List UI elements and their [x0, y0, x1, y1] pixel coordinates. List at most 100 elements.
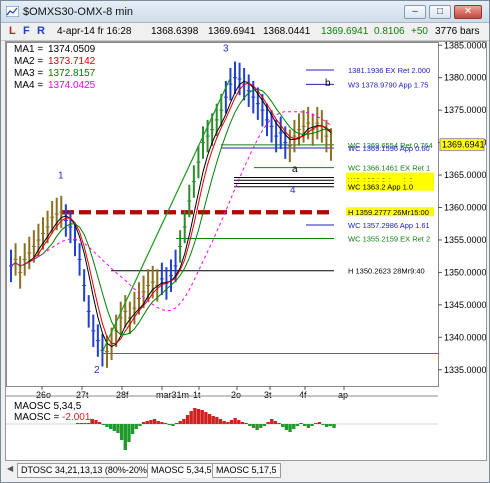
indicator-histogram-bar	[167, 424, 171, 425]
level-label: WC 1366.1461 EX Ret 1	[348, 164, 430, 173]
indicator-histogram-bar	[196, 409, 201, 424]
toolbar-letter-f[interactable]: F	[23, 25, 30, 37]
indicator-histogram-bar	[185, 415, 190, 424]
level-label: WC 1363.2 App 1.0	[348, 183, 413, 192]
indicator-histogram-bar	[270, 419, 274, 424]
indicator-histogram-bar	[116, 424, 120, 433]
indicator-histogram-bar	[317, 422, 322, 424]
maximize-button[interactable]: □	[429, 5, 451, 19]
indicator-value: -2.001	[62, 412, 91, 423]
indicator-histogram-bar	[218, 419, 223, 424]
minimize-button[interactable]: –	[404, 5, 426, 19]
y-axis-tick-label: 1360.0000	[444, 203, 486, 213]
indicator-histogram-bar	[149, 420, 153, 424]
ma-legend-row: MA3 = 1372.8157	[14, 68, 96, 79]
indicator-histogram-bar	[189, 411, 193, 424]
ma-legend: MA1 = 1374.0509 MA2 = 1373.7142 MA3 = 13…	[14, 44, 97, 92]
x-axis-tick-label: 3t	[264, 390, 272, 400]
indicator-histogram-bar	[299, 423, 303, 424]
last-price-tag-label: 1369.6941	[442, 140, 485, 150]
level-label: W3 1378.9790 App 1.75	[348, 80, 428, 89]
indicator-histogram-bar	[134, 424, 138, 429]
indicator-histogram-bar	[141, 422, 146, 424]
tab-dtosc[interactable]: DTOSC 34,21,13,13 (80%-20%)	[17, 463, 154, 478]
indicator-histogram-bar	[94, 420, 98, 424]
indicator-histogram-bar	[306, 424, 311, 428]
bar-change-ticks: +50	[411, 26, 428, 37]
wave-label: b	[325, 78, 331, 89]
indicator-histogram-bar	[328, 424, 333, 426]
indicator-histogram-bar	[284, 424, 289, 430]
y-axis-tick-label: 1345.0000	[444, 300, 486, 310]
y-axis-tick-label: 1380.0000	[444, 73, 486, 83]
indicator-histogram-bar	[229, 420, 234, 424]
title-bar[interactable]: $OMXS30-OMX-8 min – □ ✕	[1, 1, 489, 23]
ma-legend-row: MA2 = 1373.7142	[14, 56, 96, 67]
toolbar-letter-r[interactable]: R	[37, 25, 45, 37]
indicator-histogram-bar	[277, 423, 281, 424]
wave-label: a	[292, 164, 298, 175]
indicator-histogram-bar	[292, 424, 296, 429]
y-axis-tick-label: 1350.0000	[444, 267, 486, 277]
bar-high: 1369.6941	[208, 26, 256, 37]
indicator-histogram-bar	[251, 424, 256, 428]
indicator-histogram-bar	[200, 410, 204, 424]
ma-legend-row: MA1 = 1374.0509	[14, 44, 96, 55]
indicator-histogram-bar	[295, 424, 300, 426]
wave-label: 3	[223, 44, 229, 55]
indicator-histogram-bar	[288, 424, 292, 432]
indicator-histogram-bar	[160, 422, 164, 424]
indicator-histogram-bar	[237, 420, 241, 424]
level-label: H 1359.2777 26Mr15:00	[348, 208, 429, 217]
ma2-name: MA2	[14, 56, 35, 67]
indicator-histogram-bar	[204, 412, 208, 424]
level-label: WC 1355.2159 EX Ret 2	[348, 235, 430, 244]
quote-toolbar: L F R 4-apr-14 fr 16:28 1368.6398 1369.6…	[1, 23, 489, 41]
indicator-histogram-bar	[207, 414, 212, 424]
x-axis-tick-label: 4f	[299, 390, 307, 400]
tab-maosc-5-34-5[interactable]: MAOSC 5,34,5	[147, 463, 216, 478]
ma4-value: 1374.0425	[47, 80, 96, 91]
close-button[interactable]: ✕	[454, 5, 482, 19]
indicator-histogram-bar	[273, 421, 278, 424]
indicator-histogram-bar	[108, 424, 113, 429]
indicator-histogram-bar	[248, 424, 252, 426]
y-axis-tick-label: 1355.0000	[444, 235, 486, 245]
indicator-histogram-bar	[123, 424, 127, 450]
wave-label: 2	[94, 365, 100, 376]
indicator-histogram-bar	[171, 424, 175, 426]
indicator-histogram-bar	[303, 424, 307, 426]
level-label: WC 1357.2986 App 1.61	[348, 221, 430, 230]
indicator-histogram-bar	[178, 421, 182, 424]
price-chart[interactable]: 1385.00001380.00001375.00001370.00001365…	[5, 41, 487, 461]
price-chart-canvas[interactable]: 1385.00001380.00001375.00001370.00001365…	[6, 42, 486, 460]
indicator-histogram-bar	[138, 424, 142, 426]
ma1-name: MA1	[14, 44, 35, 55]
indicator-histogram-bar	[145, 421, 149, 424]
indicator-value-label: MAOSC	[14, 412, 51, 423]
indicator-histogram-bar	[233, 418, 237, 424]
chart-app-icon	[6, 6, 19, 17]
x-axis-tick-label: mar31m	[156, 390, 189, 400]
y-axis-tick-label: 1375.0000	[444, 105, 486, 115]
ma3-value: 1372.8157	[47, 68, 96, 79]
y-axis-tick-label: 1340.0000	[444, 332, 486, 342]
level-label: H 1350.2623 28Mr9:40	[348, 267, 425, 276]
x-axis-tick-label: 2o	[231, 390, 241, 400]
indicator-name: MAOSC 5,34,5	[14, 401, 82, 412]
indicator-legend: MAOSC 5,34,5 MAOSC = -2.001	[14, 401, 91, 423]
chart-window: $OMXS30-OMX-8 min – □ ✕ L F R 4-apr-14 f…	[0, 0, 490, 483]
indicator-histogram-bar	[332, 424, 336, 428]
indicator-histogram-bar	[97, 422, 102, 424]
tab-maosc-5-17-5[interactable]: MAOSC 5,17,5	[212, 463, 281, 478]
wave-label: 1	[58, 170, 64, 181]
indicator-histogram-bar	[127, 424, 131, 442]
toolbar-letter-l[interactable]: L	[9, 25, 16, 37]
indicator-tabs: ◀ DTOSC 34,21,13,13 (80%-20%) MAOSC 5,34…	[5, 461, 487, 481]
indicator-histogram-bar	[130, 424, 135, 434]
tab-scroll-left-icon[interactable]: ◀	[7, 464, 17, 477]
window-title: $OMXS30-OMX-8 min	[23, 6, 134, 18]
bar-change: 0.8106	[374, 26, 405, 37]
x-axis-tick-label: 27t	[76, 390, 89, 400]
bar-low: 1368.0441	[263, 26, 311, 37]
